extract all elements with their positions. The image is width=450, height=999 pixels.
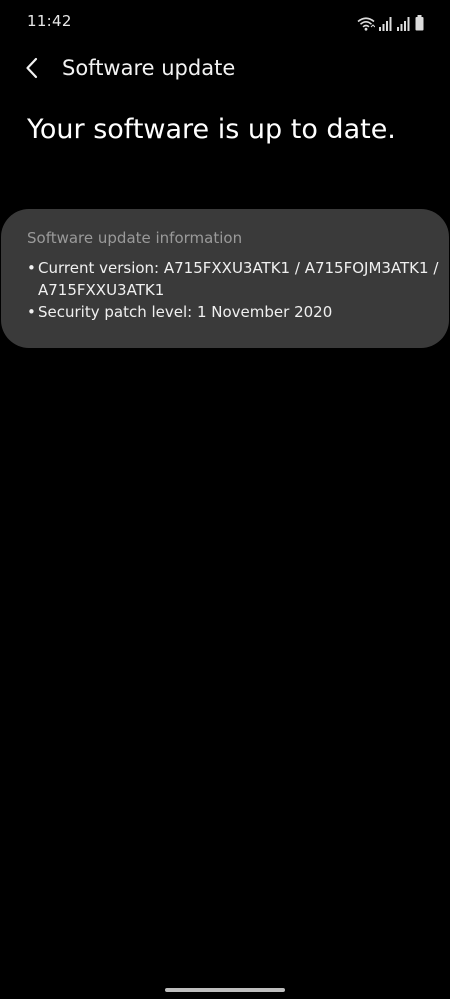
update-status-headline: Your software is up to date. (27, 114, 396, 145)
battery-icon (415, 15, 424, 31)
app-bar: Software update (0, 48, 450, 92)
wifi-icon (357, 17, 375, 31)
current-version-line-1: Current version: A715FXXU3ATK1 / A715FOJ… (38, 259, 439, 277)
page-title: Software update (62, 56, 236, 80)
security-patch-item: • Security patch level: 1 November 2020 (27, 301, 449, 323)
info-list: • Current version: A715FXXU3ATK1 / A715F… (27, 257, 449, 323)
home-indicator[interactable] (165, 988, 285, 992)
software-update-info-card: Software update information • Current ve… (1, 209, 449, 348)
bullet-icon: • (27, 259, 36, 277)
info-card-title: Software update information (27, 229, 243, 247)
signal-sim1-icon (379, 17, 393, 31)
security-patch-line: Security patch level: 1 November 2020 (38, 303, 333, 321)
chevron-left-icon (25, 57, 39, 83)
bullet-icon: • (27, 303, 36, 321)
signal-sim2-icon (397, 17, 411, 31)
back-button[interactable] (14, 50, 50, 90)
status-bar: 11:42 (0, 0, 450, 44)
current-version-line-2: A715FXXU3ATK1 (38, 281, 165, 299)
status-time: 11:42 (27, 12, 72, 30)
current-version-item: • Current version: A715FXXU3ATK1 / A715F… (27, 257, 449, 301)
status-icons (357, 13, 424, 31)
